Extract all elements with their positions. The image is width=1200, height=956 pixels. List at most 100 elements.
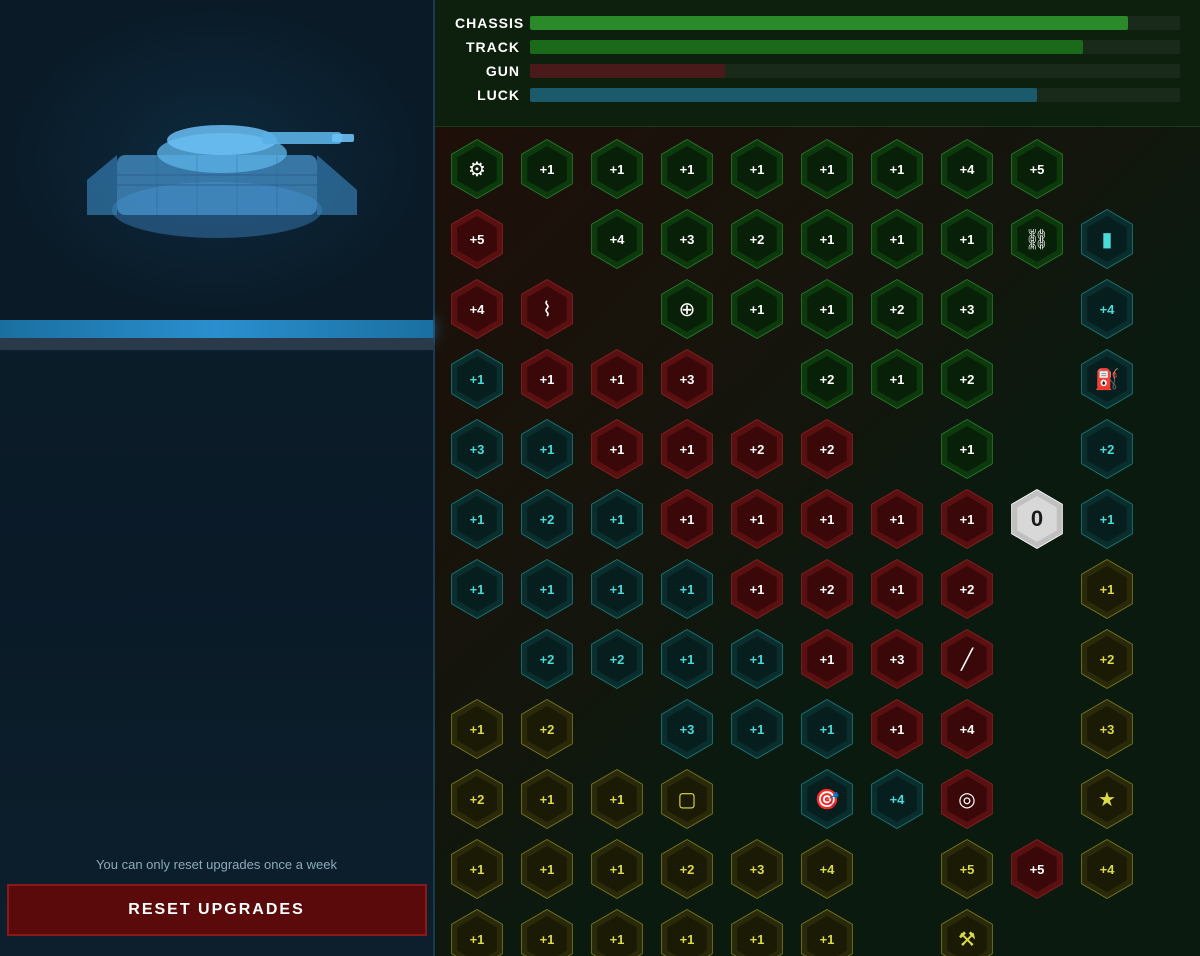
hex-cell-3-10[interactable]: +1 — [515, 417, 579, 481]
hex-cell-0-8[interactable]: +5 — [1005, 137, 1069, 201]
hex-cell-2-5[interactable]: +1 — [795, 277, 859, 341]
hex-cell-10-2[interactable]: +1 — [445, 907, 509, 956]
hex-cell-5-10[interactable]: +1 — [655, 557, 719, 621]
hex-cell-7-6[interactable]: +2 — [515, 697, 579, 761]
hex-cell-10-7[interactable]: +1 — [795, 907, 859, 956]
hex-cell-4-0[interactable]: +1 — [585, 417, 649, 481]
hex-cell-8-4[interactable]: +2 — [445, 767, 509, 831]
hex-cell-6-10[interactable]: +1 — [725, 627, 789, 691]
hex-cell-3-2[interactable]: +3 — [655, 347, 719, 411]
hex-cell-5-6[interactable]: +1 — [1075, 487, 1139, 551]
hex-cell-1-6[interactable]: +1 — [865, 207, 929, 271]
hex-cell-4-8[interactable]: +1 — [445, 487, 509, 551]
hex-cell-1-9[interactable]: ▮ — [1075, 207, 1139, 271]
hex-cell-1-8[interactable]: ⛓ — [1005, 207, 1069, 271]
hex-cell-6-7[interactable]: +2 — [515, 627, 579, 691]
hex-cell-9-6[interactable]: +2 — [655, 837, 719, 901]
hex-cell-3-4[interactable]: +2 — [795, 347, 859, 411]
hex-cell-0-0[interactable]: ⚙ — [445, 137, 509, 201]
hex-cell-1-5[interactable]: +1 — [795, 207, 859, 271]
hex-cell-1-3[interactable]: +3 — [655, 207, 719, 271]
hex-cell-4-5[interactable]: +1 — [935, 417, 999, 481]
hex-cell-0-4[interactable]: +1 — [725, 137, 789, 201]
hex-cell-7-0[interactable]: +1 — [795, 627, 859, 691]
hex-cell-0-3[interactable]: +1 — [655, 137, 719, 201]
hex-cell-7-5[interactable]: +1 — [445, 697, 509, 761]
hex-cell-2-3[interactable]: ⊕ — [655, 277, 719, 341]
hex-cell-0-5[interactable]: +1 — [795, 137, 859, 201]
hex-cell-1-0[interactable]: +5 — [445, 207, 509, 271]
hex-cell-6-0[interactable]: +1 — [725, 557, 789, 621]
hex-cell-6-1[interactable]: +2 — [795, 557, 859, 621]
hex-cell-8-1[interactable]: +4 — [935, 697, 999, 761]
hex-cell-9-3[interactable]: +1 — [445, 837, 509, 901]
hex-cell-5-0[interactable]: +1 — [655, 487, 719, 551]
hex-cell-3-9[interactable]: +3 — [445, 417, 509, 481]
hex-cell-7-8[interactable]: +3 — [655, 697, 719, 761]
hex-cell-10-5[interactable]: +1 — [655, 907, 719, 956]
hex-cell-10-3[interactable]: +1 — [515, 907, 579, 956]
hex-cell-8-10[interactable]: +4 — [865, 767, 929, 831]
hex-cell-9-2[interactable]: ★ — [1075, 767, 1139, 831]
hex-cell-9-7[interactable]: +3 — [725, 837, 789, 901]
hex-cell-3-8[interactable]: ⛽ — [1075, 347, 1139, 411]
hex-cell-5-9[interactable]: +1 — [585, 557, 649, 621]
hex-cell-10-0[interactable]: +5 — [1005, 837, 1069, 901]
hex-cell-5-3[interactable]: +1 — [865, 487, 929, 551]
hex-cell-2-6[interactable]: +2 — [865, 277, 929, 341]
hex-cell-5-8[interactable]: +1 — [515, 557, 579, 621]
hex-cell-5-2[interactable]: +1 — [795, 487, 859, 551]
hex-cell-2-7[interactable]: +3 — [935, 277, 999, 341]
hex-cell-8-9[interactable]: 🎯 — [795, 767, 859, 831]
hex-cell-4-10[interactable]: +1 — [585, 487, 649, 551]
hex-cell-3-0[interactable]: +1 — [515, 347, 579, 411]
hex-cell-6-2[interactable]: +1 — [865, 557, 929, 621]
hex-cell-10-6[interactable]: +1 — [725, 907, 789, 956]
hex-cell-10-9[interactable]: ⚒ — [935, 907, 999, 956]
hex-cell-6-5[interactable]: +1 — [1075, 557, 1139, 621]
hex-cell-0-1[interactable]: +1 — [515, 137, 579, 201]
hex-cell-3-6[interactable]: +2 — [935, 347, 999, 411]
hex-cell-0-7[interactable]: +4 — [935, 137, 999, 201]
hex-cell-1-7[interactable]: +1 — [935, 207, 999, 271]
hex-cell-2-10[interactable]: +1 — [445, 347, 509, 411]
hex-cell-4-1[interactable]: +1 — [655, 417, 719, 481]
hex-cell-8-5[interactable]: +1 — [515, 767, 579, 831]
hex-cell-6-3[interactable]: +2 — [935, 557, 999, 621]
hex-cell-0-2[interactable]: +1 — [585, 137, 649, 201]
hex-cell-5-7[interactable]: +1 — [445, 557, 509, 621]
hex-cell-7-4[interactable]: +2 — [1075, 627, 1139, 691]
hex-cell-5-1[interactable]: +1 — [725, 487, 789, 551]
hex-cell-7-10[interactable]: +1 — [795, 697, 859, 761]
reset-upgrades-button[interactable]: RESET UPGRADES — [7, 884, 427, 936]
hex-cell-10-4[interactable]: +1 — [585, 907, 649, 956]
hex-cell-5-4[interactable]: +1 — [935, 487, 999, 551]
hex-cell-7-1[interactable]: +3 — [865, 627, 929, 691]
hex-cell-4-9[interactable]: +2 — [515, 487, 579, 551]
hex-cell-2-4[interactable]: +1 — [725, 277, 789, 341]
hex-cell-1-4[interactable]: +2 — [725, 207, 789, 271]
hex-cell-4-7[interactable]: +2 — [1075, 417, 1139, 481]
hex-cell-9-5[interactable]: +1 — [585, 837, 649, 901]
hex-cell-9-10[interactable]: +5 — [935, 837, 999, 901]
hex-cell-8-7[interactable]: ▢ — [655, 767, 719, 831]
hex-cell-4-3[interactable]: +2 — [795, 417, 859, 481]
hex-cell-2-9[interactable]: +4 — [1075, 277, 1139, 341]
hex-cell-3-1[interactable]: +1 — [585, 347, 649, 411]
hex-cell-7-9[interactable]: +1 — [725, 697, 789, 761]
hex-cell-2-0[interactable]: +4 — [445, 277, 509, 341]
hex-cell-8-0[interactable]: +1 — [865, 697, 929, 761]
hex-cell-1-2[interactable]: +4 — [585, 207, 649, 271]
hex-cell-9-0[interactable]: ◎ — [935, 767, 999, 831]
hex-cell-8-6[interactable]: +1 — [585, 767, 649, 831]
hex-cell-9-4[interactable]: +1 — [515, 837, 579, 901]
hex-cell-2-1[interactable]: ⌇ — [515, 277, 579, 341]
hex-cell-10-1[interactable]: +4 — [1075, 837, 1139, 901]
hex-cell-6-8[interactable]: +2 — [585, 627, 649, 691]
hex-cell-9-8[interactable]: +4 — [795, 837, 859, 901]
hex-cell-3-5[interactable]: +1 — [865, 347, 929, 411]
hex-cell-4-2[interactable]: +2 — [725, 417, 789, 481]
hex-cell-0-6[interactable]: +1 — [865, 137, 929, 201]
hex-cell-7-2[interactable]: ╱ — [935, 627, 999, 691]
hex-cell-5-5[interactable]: 0 — [1005, 487, 1069, 551]
